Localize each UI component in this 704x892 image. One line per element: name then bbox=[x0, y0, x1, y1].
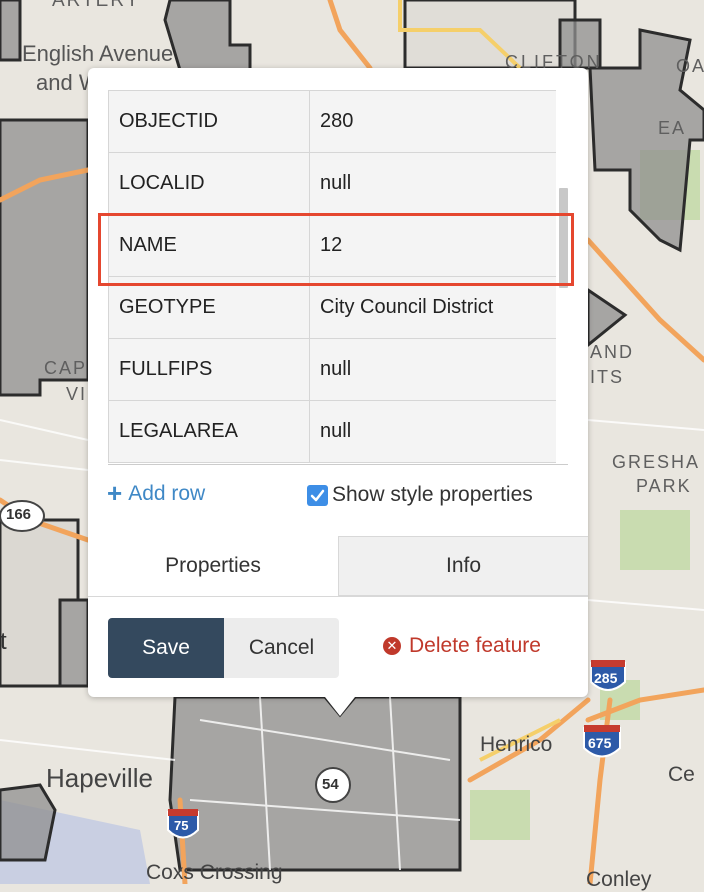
name-row-highlight bbox=[98, 213, 574, 286]
i675-label: 675 bbox=[588, 735, 612, 751]
checkmark-icon bbox=[310, 489, 325, 501]
close-circle-icon: ✕ bbox=[383, 637, 401, 655]
tab-divider bbox=[88, 596, 588, 597]
feature-popup: OBJECTID 280 LOCALID null NAME 12 GEOTYP… bbox=[88, 68, 588, 697]
popup-pointer bbox=[325, 697, 355, 716]
plus-icon: + bbox=[107, 477, 123, 508]
map-label-henrico: Henrico bbox=[480, 733, 553, 756]
map-label-t: t bbox=[0, 628, 7, 655]
property-key[interactable]: FULLFIPS bbox=[108, 338, 310, 401]
property-key[interactable]: LEGALAREA bbox=[108, 400, 310, 463]
cancel-button[interactable]: Cancel bbox=[224, 618, 339, 678]
map-label-and: AND bbox=[590, 342, 635, 362]
map-label-artery: ARTERY bbox=[52, 0, 141, 11]
map-label-oak: OAK bbox=[676, 56, 704, 76]
map-label-hapeville: Hapeville bbox=[46, 763, 153, 793]
route-166-label: 166 bbox=[6, 506, 32, 523]
save-button[interactable]: Save bbox=[108, 618, 224, 678]
property-value[interactable]: null bbox=[309, 400, 557, 463]
property-key[interactable]: LOCALID bbox=[108, 152, 310, 215]
table-row: LOCALID null bbox=[108, 152, 557, 215]
map-label-english-avenue: English Avenue bbox=[22, 41, 174, 66]
add-row-button[interactable]: + Add row bbox=[107, 477, 206, 508]
tab-properties[interactable]: Properties bbox=[88, 536, 338, 596]
map-label-ea: EA bbox=[658, 118, 687, 138]
map-label-conley: Conley bbox=[586, 868, 652, 891]
i285-label: 285 bbox=[594, 670, 618, 686]
i75-label: 75 bbox=[174, 818, 189, 833]
map-label-gresham: GRESHA bbox=[612, 452, 701, 472]
show-style-toggle[interactable]: Show style properties bbox=[307, 483, 533, 507]
table-row: OBJECTID 280 bbox=[108, 90, 557, 153]
map-label-vi: VI bbox=[66, 384, 88, 404]
add-row-label: Add row bbox=[128, 482, 206, 505]
table-row: LEGALAREA null bbox=[108, 400, 557, 463]
delete-feature-label: Delete feature bbox=[409, 634, 541, 657]
route-54-label: 54 bbox=[322, 776, 339, 793]
map-label-park: PARK bbox=[636, 476, 692, 496]
property-key[interactable]: OBJECTID bbox=[108, 90, 310, 153]
show-style-checkbox[interactable] bbox=[307, 484, 328, 506]
delete-feature-button[interactable]: ✕ Delete feature bbox=[383, 634, 541, 658]
map-label-ce: Ce bbox=[668, 763, 695, 786]
table-row: FULLFIPS null bbox=[108, 338, 557, 401]
property-value[interactable]: 280 bbox=[309, 90, 557, 153]
property-value[interactable]: null bbox=[309, 152, 557, 215]
map-label-its: ITS bbox=[590, 367, 625, 387]
tab-info[interactable]: Info bbox=[338, 536, 588, 596]
property-value[interactable]: null bbox=[309, 338, 557, 401]
map-label-coxs-crossing: Coxs Crossing bbox=[146, 861, 283, 884]
show-style-label: Show style properties bbox=[332, 483, 533, 506]
map-label-cap: CAP bbox=[44, 358, 88, 378]
